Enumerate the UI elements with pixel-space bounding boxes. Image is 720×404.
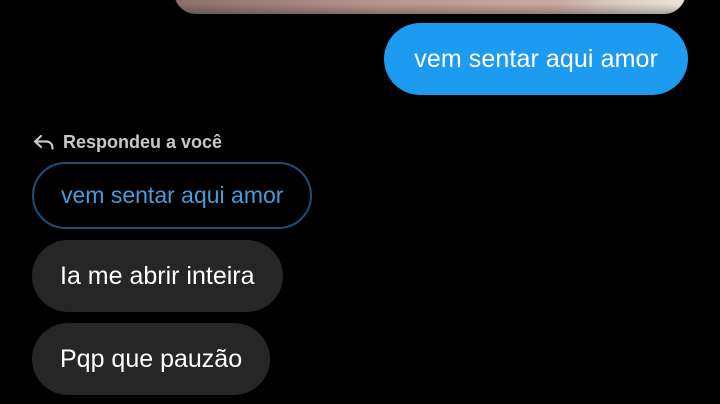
received-message-bubble[interactable]: Pqp que pauzão — [32, 323, 271, 395]
media-message-preview[interactable] — [174, 0, 686, 14]
reply-arrow-icon — [33, 134, 54, 150]
reply-label: Respondeu a você — [63, 131, 223, 152]
sent-message-text: vem sentar aqui amor — [414, 44, 658, 73]
quoted-message-bubble[interactable]: vem sentar aqui amor — [32, 162, 313, 229]
sent-message-bubble[interactable]: vem sentar aqui amor — [384, 23, 688, 95]
received-message-text: Pqp que pauzão — [60, 344, 243, 373]
received-message-text: Ia me abrir inteira — [60, 261, 255, 290]
media-shade — [174, 4, 686, 14]
received-message-bubble[interactable]: Ia me abrir inteira — [32, 240, 283, 312]
chat-screen: vem sentar aqui amor Respondeu a você ve… — [0, 0, 720, 404]
reply-header: Respondeu a você — [33, 129, 222, 155]
quoted-message-text: vem sentar aqui amor — [61, 182, 284, 208]
